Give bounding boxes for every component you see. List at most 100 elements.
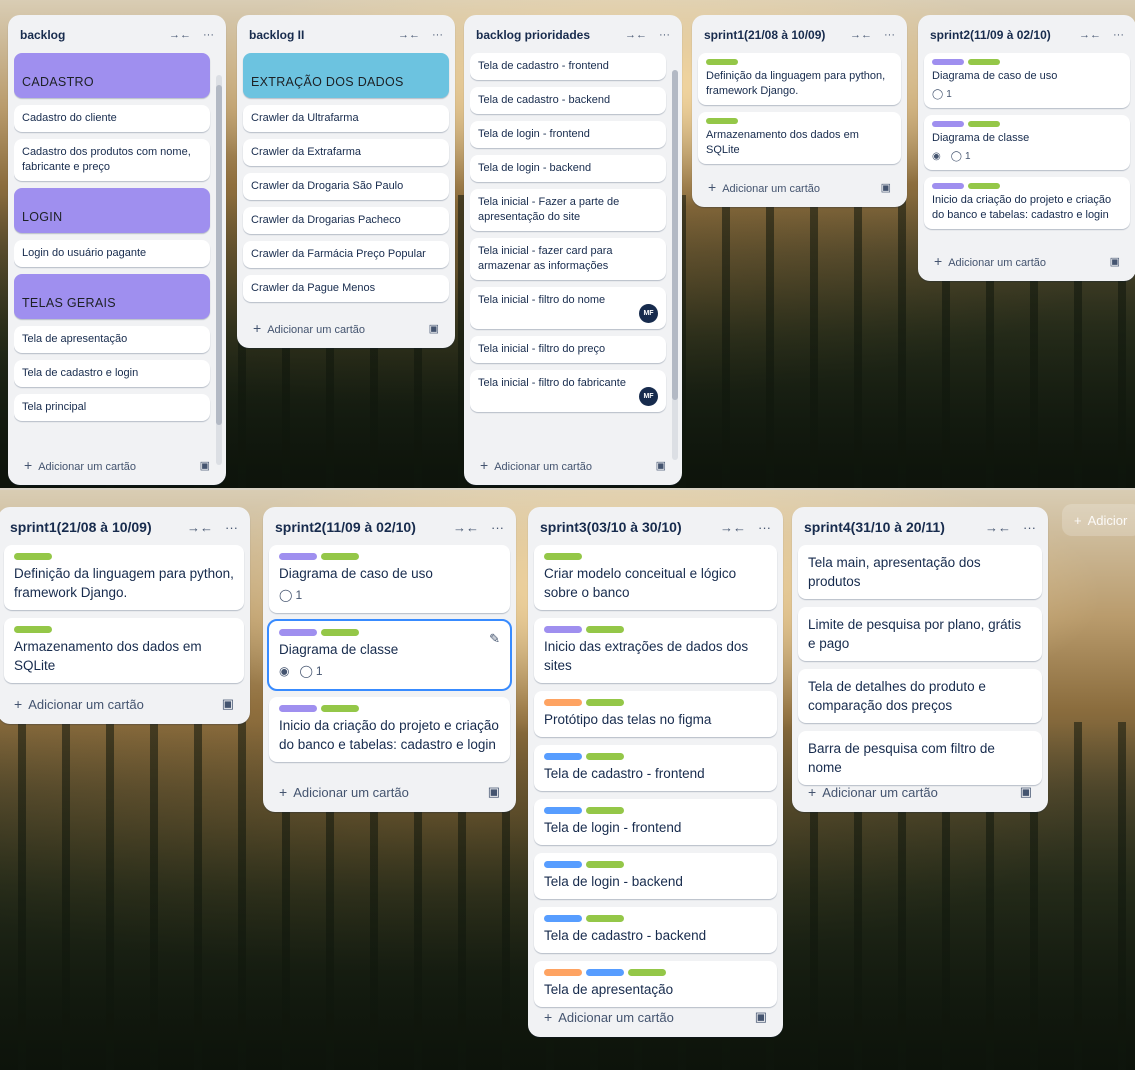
card[interactable]: Tela inicial - Fazer a parte de apresent… [470,189,666,231]
category-card[interactable]: TELAS GERAIS [14,274,210,319]
label-green[interactable] [321,705,359,712]
more-icon[interactable]: ··· [1023,520,1036,535]
scrollbar[interactable] [216,75,222,465]
add-card-button[interactable]: + Adicionar um cartão ▣ [924,245,1130,275]
card[interactable]: Tela inicial - fazer card para armazenar… [470,238,666,280]
template-icon[interactable]: ▣ [222,696,234,712]
template-icon[interactable]: ▣ [1110,255,1120,268]
card[interactable]: Crawler da Pague Menos [243,275,449,302]
collapse-icon[interactable]: →← [985,520,1011,535]
label-blue[interactable] [544,861,582,868]
add-card-button[interactable]: + Adicionar um cartão ▣ [4,688,244,718]
label-orange[interactable] [544,699,582,706]
card[interactable]: Tela de login - backend [534,853,777,899]
list-title[interactable]: backlog II [249,28,304,42]
label-purple[interactable] [544,626,582,633]
more-icon[interactable]: ··· [203,29,214,41]
list-title[interactable]: backlog prioridades [476,28,590,42]
label-green[interactable] [968,121,1000,127]
collapse-icon[interactable]: →← [398,29,420,41]
card[interactable]: Diagrama de classe ◉ ◯ 1 [924,115,1130,170]
collapse-icon[interactable]: →← [187,520,213,535]
label-green[interactable] [321,629,359,636]
label-green[interactable] [586,915,624,922]
collapse-icon[interactable]: →← [453,520,479,535]
more-icon[interactable]: ··· [225,520,238,535]
card[interactable]: Limite de pesquisa por plano, grátis e p… [798,607,1042,661]
label-green[interactable] [628,969,666,976]
template-icon[interactable]: ▣ [429,322,439,335]
label-purple[interactable] [932,183,964,189]
card[interactable]: Inicio da criação do projeto e criação d… [269,697,510,762]
card[interactable]: Armazenamento dos dados em SQLite [4,618,244,683]
pencil-icon[interactable]: ✎ [489,629,500,648]
list-title[interactable]: sprint1(21/08 à 10/09) [704,28,825,42]
card[interactable]: Tela inicial - filtro do fabricante MF [470,370,666,412]
card[interactable]: Diagrama de caso de uso ◯ 1 [269,545,510,613]
card[interactable]: Definição da linguagem para python, fram… [698,53,901,105]
card[interactable]: Tela de login - backend [470,155,666,182]
label-purple[interactable] [932,121,964,127]
label-purple[interactable] [932,59,964,65]
card[interactable]: Tela inicial - filtro do preço [470,336,666,363]
category-card[interactable]: LOGIN [14,188,210,233]
collapse-icon[interactable]: →← [850,29,872,41]
label-green[interactable] [586,753,624,760]
more-icon[interactable]: ··· [659,29,670,41]
more-icon[interactable]: ··· [1113,29,1124,41]
more-icon[interactable]: ··· [758,520,771,535]
label-green[interactable] [706,118,738,124]
card[interactable]: Tela de detalhes do produto e comparação… [798,669,1042,723]
add-card-button[interactable]: + Adicionar um cartão ▣ [269,776,510,806]
more-icon[interactable]: ··· [884,29,895,41]
label-purple[interactable] [279,705,317,712]
template-icon[interactable]: ▣ [881,181,891,194]
list-title[interactable]: sprint1(21/08 à 10/09) [10,519,152,535]
add-list-button[interactable]: + Adicior [1062,504,1135,536]
label-blue[interactable] [544,753,582,760]
label-green[interactable] [706,59,738,65]
label-green[interactable] [321,553,359,560]
card[interactable]: Crawler da Drogaria São Paulo [243,173,449,200]
member-avatar[interactable]: MF [639,304,658,323]
card[interactable]: Tela de login - frontend [470,121,666,148]
template-icon[interactable]: ▣ [200,459,210,472]
label-green[interactable] [586,699,624,706]
scrollbar-thumb[interactable] [216,85,222,425]
card[interactable]: Tela de apresentação [14,326,210,353]
add-card-button[interactable]: + Adicionar um cartão ▣ [14,449,220,479]
label-green[interactable] [544,553,582,560]
list-title[interactable]: sprint2(11/09 à 02/10) [930,28,1051,42]
template-icon[interactable]: ▣ [755,1009,767,1025]
scrollbar-thumb[interactable] [672,70,678,400]
category-card[interactable]: CADASTRO [14,53,210,98]
add-card-button[interactable]: + Adicionar um cartão ▣ [534,1001,777,1031]
collapse-icon[interactable]: →← [1079,29,1101,41]
card[interactable]: Login do usuário pagante [14,240,210,267]
label-blue[interactable] [586,969,624,976]
more-icon[interactable]: ··· [491,520,504,535]
list-title[interactable]: sprint3(03/10 à 30/10) [540,519,682,535]
card[interactable]: Tela main, apresentação dos produtos [798,545,1042,599]
label-green[interactable] [968,183,1000,189]
card[interactable]: Tela de cadastro e login [14,360,210,387]
category-card[interactable]: EXTRAÇÃO DOS DADOS [243,53,449,98]
card[interactable]: Crawler da Ultrafarma [243,105,449,132]
card[interactable]: Tela de cadastro - frontend [534,745,777,791]
add-card-button[interactable]: + Adicionar um cartão ▣ [470,449,676,479]
card[interactable]: Diagrama de caso de uso ◯ 1 [924,53,1130,108]
label-green[interactable] [586,807,624,814]
card[interactable]: Armazenamento dos dados em SQLite [698,112,901,164]
card[interactable]: Definição da linguagem para python, fram… [4,545,244,610]
card[interactable]: Tela inicial - filtro do nome MF [470,287,666,329]
scrollbar[interactable] [672,70,678,460]
label-orange[interactable] [544,969,582,976]
card[interactable]: Protótipo das telas no figma [534,691,777,737]
template-icon[interactable]: ▣ [656,459,666,472]
card[interactable]: Inicio das extrações de dados dos sites [534,618,777,683]
card[interactable]: Crawler da Drogarias Pacheco [243,207,449,234]
card[interactable]: Tela de login - frontend [534,799,777,845]
label-green[interactable] [14,553,52,560]
card[interactable]: Cadastro dos produtos com nome, fabrican… [14,139,210,181]
card[interactable]: Crawler da Farmácia Preço Popular [243,241,449,268]
